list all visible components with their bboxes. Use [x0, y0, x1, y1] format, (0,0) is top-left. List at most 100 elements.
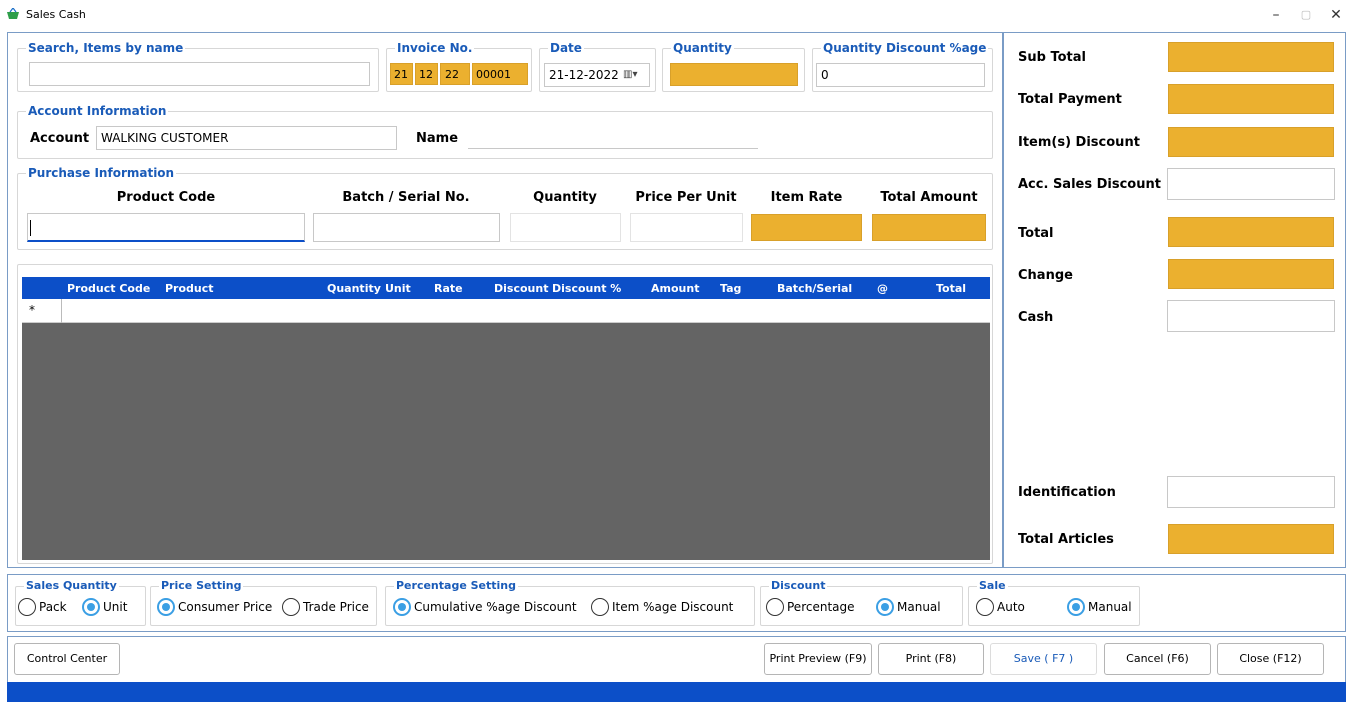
radio-consumer-price-icon[interactable]	[157, 598, 175, 616]
cancel-button[interactable]: Cancel (F6)	[1104, 643, 1211, 675]
window-title: Sales Cash	[26, 8, 86, 21]
batch-serial-input[interactable]	[313, 213, 500, 242]
status-bar	[7, 682, 1346, 702]
name-input[interactable]	[468, 148, 758, 149]
header-total-amount: Total Amount	[880, 190, 978, 205]
radio-item-discount[interactable]: Item %age Discount	[591, 598, 733, 616]
percentage-setting-label: Percentage Setting	[394, 579, 518, 592]
radio-unit-icon[interactable]	[82, 598, 100, 616]
radio-cumulative-discount[interactable]: Cumulative %age Discount	[393, 598, 577, 616]
close-window-button[interactable]: ✕	[1323, 4, 1349, 26]
header-quantity: Quantity	[533, 190, 597, 205]
invoice-part-4[interactable]: 00001	[472, 63, 528, 85]
price-setting-group: Price Setting Consumer Price Trade Price	[150, 579, 377, 626]
grid-new-row[interactable]: *	[22, 299, 990, 323]
control-center-button[interactable]: Control Center	[14, 643, 120, 675]
sub-total-field	[1168, 42, 1334, 72]
col-rate[interactable]: Rate	[434, 282, 463, 295]
print-preview-button[interactable]: Print Preview (F9)	[764, 643, 872, 675]
total-label: Total	[1018, 226, 1054, 241]
radio-unit-label: Unit	[103, 600, 128, 614]
acc-sales-discount-input[interactable]	[1167, 168, 1335, 200]
radio-auto[interactable]: Auto	[976, 598, 1025, 616]
item-rate-field	[751, 214, 862, 241]
price-setting-label: Price Setting	[159, 579, 244, 592]
col-tag[interactable]: Tag	[720, 282, 741, 295]
col-product[interactable]: Product	[165, 282, 214, 295]
radio-discount-manual-label: Manual	[897, 600, 941, 614]
new-row-marker: *	[29, 303, 35, 317]
sales-quantity-group: Sales Quantity Pack Unit	[15, 579, 146, 626]
title-bar: Sales Cash – ▢ ✕	[0, 0, 1352, 30]
identification-input[interactable]	[1167, 476, 1335, 508]
radio-cumulative-discount-icon[interactable]	[393, 598, 411, 616]
radio-trade-price-icon[interactable]	[282, 598, 300, 616]
radio-item-discount-icon[interactable]	[591, 598, 609, 616]
quantity-discount-label: Quantity Discount %age	[821, 41, 989, 55]
close-button[interactable]: Close (F12)	[1217, 643, 1324, 675]
invoice-part-3[interactable]: 22	[440, 63, 470, 85]
invoice-part-1[interactable]: 21	[390, 63, 413, 85]
account-section-label: Account Information	[26, 104, 169, 118]
radio-pack[interactable]: Pack	[18, 598, 67, 616]
row-header-divider	[61, 299, 62, 323]
col-product-code[interactable]: Product Code	[67, 282, 150, 295]
price-per-unit-input[interactable]	[630, 213, 743, 242]
header-product-code: Product Code	[116, 190, 216, 205]
item-discount-label: Item(s) Discount	[1018, 135, 1140, 150]
radio-trade-price[interactable]: Trade Price	[282, 598, 369, 616]
col-discount[interactable]: Discount	[494, 282, 548, 295]
header-item-rate: Item Rate	[770, 190, 843, 205]
sale-group: Sale Auto Manual	[968, 579, 1140, 626]
purchase-section-label: Purchase Information	[26, 166, 177, 180]
text-cursor	[30, 220, 31, 236]
total-articles-label: Total Articles	[1018, 532, 1114, 547]
radio-percentage[interactable]: Percentage	[766, 598, 855, 616]
item-discount-field	[1168, 127, 1334, 157]
date-value: 21-12-2022	[549, 68, 619, 82]
radio-pack-label: Pack	[39, 600, 67, 614]
quantity-input[interactable]	[670, 63, 798, 86]
radio-sale-manual[interactable]: Manual	[1067, 598, 1132, 616]
maximize-button[interactable]: ▢	[1293, 4, 1319, 26]
radio-percentage-icon[interactable]	[766, 598, 784, 616]
date-picker[interactable]: 21-12-2022 ▥▾	[544, 63, 650, 87]
col-quantity[interactable]: Quantity	[327, 282, 381, 295]
purchase-quantity-input[interactable]	[510, 213, 621, 242]
change-field	[1168, 259, 1334, 289]
col-at[interactable]: @	[877, 282, 888, 295]
radio-discount-manual-icon[interactable]	[876, 598, 894, 616]
radio-cumulative-discount-label: Cumulative %age Discount	[414, 600, 577, 614]
col-total[interactable]: Total	[936, 282, 966, 295]
invoice-part-2[interactable]: 12	[415, 63, 438, 85]
quantity-discount-input[interactable]: 0	[816, 63, 985, 87]
radio-sale-manual-icon[interactable]	[1067, 598, 1085, 616]
radio-consumer-price[interactable]: Consumer Price	[157, 598, 272, 616]
col-amount[interactable]: Amount	[651, 282, 699, 295]
cash-input[interactable]	[1167, 300, 1335, 332]
account-input[interactable]: WALKING CUSTOMER	[96, 126, 397, 150]
calendar-dropdown-icon[interactable]: ▥▾	[623, 64, 637, 86]
radio-consumer-price-label: Consumer Price	[178, 600, 273, 614]
col-discount-pct[interactable]: Discount %	[552, 282, 621, 295]
total-amount-field	[872, 214, 986, 241]
header-batch-serial: Batch / Serial No.	[342, 190, 470, 205]
search-input[interactable]	[29, 62, 370, 86]
product-code-input[interactable]	[27, 213, 305, 242]
sale-label: Sale	[977, 579, 1008, 592]
total-payment-field	[1168, 84, 1334, 114]
minimize-button[interactable]: –	[1263, 4, 1289, 26]
percentage-setting-group: Percentage Setting Cumulative %age Disco…	[385, 579, 755, 626]
name-label: Name	[416, 131, 459, 146]
discount-group: Discount Percentage Manual	[760, 579, 963, 626]
total-field	[1168, 217, 1334, 247]
col-unit[interactable]: Unit	[385, 282, 411, 295]
radio-pack-icon[interactable]	[18, 598, 36, 616]
radio-unit[interactable]: Unit	[82, 598, 127, 616]
header-price-per-unit: Price Per Unit	[635, 190, 737, 205]
print-button[interactable]: Print (F8)	[878, 643, 984, 675]
radio-auto-icon[interactable]	[976, 598, 994, 616]
radio-discount-manual[interactable]: Manual	[876, 598, 941, 616]
save-button[interactable]: Save ( F7 )	[990, 643, 1097, 675]
col-batch-serial[interactable]: Batch/Serial	[777, 282, 852, 295]
